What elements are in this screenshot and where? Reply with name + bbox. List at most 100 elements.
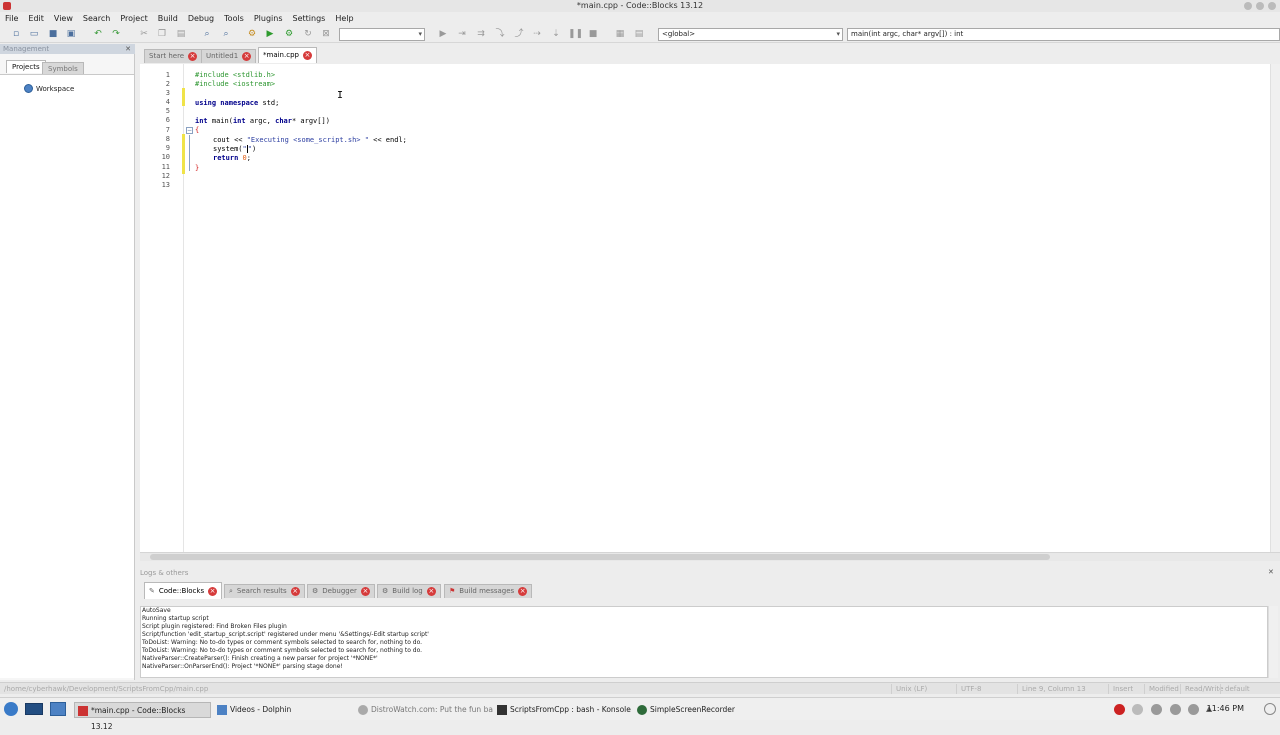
close-icon[interactable]: × [242, 52, 252, 61]
editor-tabbar: Start here × Untitled1 × *main.cpp × [140, 47, 1280, 63]
tab-codeblocks-log[interactable]: ✎ Code::Blocks × [144, 582, 223, 599]
tab-main-cpp[interactable]: *main.cpp × [258, 47, 317, 63]
info-icon[interactable]: ▤ [633, 28, 645, 40]
close-icon[interactable]: × [302, 51, 312, 60]
function-select[interactable]: main(int argc, char* argv[]) : int [847, 28, 1280, 41]
close-icon[interactable]: × [208, 586, 218, 596]
close-icon[interactable]: × [290, 587, 300, 596]
show-desktop-icon[interactable] [25, 703, 43, 715]
build-run-icon[interactable]: ⚙ [283, 28, 295, 40]
code-token: #include <iostream> [195, 80, 276, 88]
paste-icon[interactable]: ▤ [175, 28, 187, 40]
close-icon[interactable]: ✕ [1268, 568, 1274, 576]
log-scrollbar[interactable] [1268, 606, 1278, 678]
updates-icon[interactable] [1132, 704, 1143, 715]
save-all-icon[interactable]: ▣ [65, 28, 77, 40]
close-icon[interactable]: × [360, 587, 370, 596]
logs-panel-header: Logs & others [138, 568, 1280, 578]
save-icon[interactable]: ■ [47, 28, 59, 40]
tab-start-here[interactable]: Start here × [144, 49, 203, 63]
menu-project[interactable]: Project [115, 12, 152, 26]
task-recorder[interactable]: SimpleScreenRecorder [634, 702, 735, 718]
close-icon[interactable]: × [188, 52, 198, 61]
menu-view[interactable]: View [49, 12, 78, 26]
close-icon[interactable] [1268, 2, 1276, 10]
tab-search-results[interactable]: ⌕ Search results × [224, 584, 305, 598]
menu-settings[interactable]: Settings [288, 12, 331, 26]
line-number: 8 [165, 135, 170, 143]
run-to-cursor-icon[interactable]: ⇥ [456, 28, 468, 40]
editor-vertical-scrollbar[interactable] [1270, 64, 1280, 552]
cut-icon[interactable]: ✂ [138, 28, 150, 40]
rebuild-icon[interactable]: ↻ [302, 28, 314, 40]
menu-plugins[interactable]: Plugins [249, 12, 288, 26]
tab-label: Build messages [459, 587, 515, 595]
volume-icon[interactable] [1151, 704, 1162, 715]
code-token: argc, [245, 117, 276, 125]
debug-start-icon[interactable]: ▶ [437, 28, 449, 40]
step-into-icon[interactable]: ⤵ [494, 28, 506, 40]
start-menu-icon[interactable] [4, 702, 18, 716]
build-icon[interactable]: ⚙ [246, 28, 258, 40]
task-dolphin[interactable]: Videos - Dolphin [214, 702, 291, 718]
menu-build[interactable]: Build [153, 12, 183, 26]
replace-icon[interactable]: ⌕ [220, 28, 232, 40]
editor-horizontal-scrollbar[interactable] [140, 552, 1280, 561]
clock[interactable]: 11:46 PM [1207, 704, 1244, 713]
next-line-icon[interactable]: ⇉ [475, 28, 487, 40]
record-icon[interactable] [1114, 704, 1125, 715]
close-icon[interactable]: ✕ [125, 45, 131, 53]
find-icon[interactable]: ⌕ [201, 28, 213, 40]
copy-icon[interactable]: ❐ [156, 28, 168, 40]
menu-search[interactable]: Search [78, 12, 115, 26]
stop-icon[interactable]: ■ [587, 28, 599, 40]
task-browser[interactable]: DistroWatch.com: Put the fun ba [355, 702, 493, 718]
scope-select[interactable]: <global> ▾ [658, 28, 843, 41]
menu-file[interactable]: File [0, 12, 23, 26]
next-instruction-icon[interactable]: ⇢ [531, 28, 543, 40]
pause-icon[interactable]: ❚❚ [568, 28, 583, 40]
abort-icon[interactable]: ⊠ [320, 28, 332, 40]
tab-build-messages[interactable]: ⚑ Build messages × [444, 584, 533, 598]
step-out-icon[interactable]: ⤴ [513, 28, 525, 40]
file-manager-icon[interactable] [50, 702, 66, 716]
fold-toggle-icon[interactable]: − [186, 127, 193, 134]
menu-help[interactable]: Help [330, 12, 358, 26]
code-line-10: return 0; [213, 154, 251, 162]
new-file-icon[interactable]: ▫ [10, 28, 22, 40]
tab-untitled1[interactable]: Untitled1 × [201, 49, 257, 63]
close-icon[interactable]: × [426, 587, 436, 596]
debug-windows-icon[interactable]: ▦ [614, 28, 626, 40]
menu-tools[interactable]: Tools [219, 12, 249, 26]
line-number: 13 [161, 181, 170, 189]
clipboard-icon[interactable] [1188, 704, 1199, 715]
maximize-icon[interactable] [1256, 2, 1264, 10]
log-line: ToDoList: Warning: No to-do types or com… [142, 647, 423, 654]
tab-label: Start here [149, 52, 185, 60]
tab-build-log[interactable]: ⚙ Build log × [377, 584, 441, 598]
close-icon[interactable]: × [518, 587, 528, 596]
tab-projects[interactable]: Projects [6, 60, 46, 73]
folder-icon [217, 705, 227, 715]
debugger-icon: ⚙ [312, 587, 319, 595]
scroll-thumb[interactable] [150, 554, 1050, 560]
build-target-select[interactable]: ▾ [339, 28, 425, 41]
network-icon[interactable] [1170, 704, 1181, 715]
window-titlebar: *main.cpp - Code::Blocks 13.12 [0, 0, 1280, 12]
status-eol: Unix (LF) [891, 684, 927, 694]
step-instruction-icon[interactable]: ⇣ [550, 28, 562, 40]
code-token: "Executing <some_script.sh> " [246, 136, 369, 144]
logout-icon[interactable] [1264, 703, 1276, 715]
tree-item-workspace[interactable]: Workspace [24, 84, 74, 93]
open-file-icon[interactable]: ▭ [28, 28, 40, 40]
run-icon[interactable]: ▶ [264, 28, 276, 40]
menu-edit[interactable]: Edit [23, 12, 49, 26]
tab-debugger[interactable]: ⚙ Debugger × [307, 584, 375, 598]
undo-icon[interactable]: ↶ [92, 28, 104, 40]
redo-icon[interactable]: ↷ [110, 28, 122, 40]
menu-debug[interactable]: Debug [183, 12, 219, 26]
minimize-icon[interactable] [1244, 2, 1252, 10]
task-konsole[interactable]: ScriptsFromCpp : bash - Konsole [494, 702, 631, 718]
log-output[interactable]: AutoSave Running startup script Script p… [140, 606, 1268, 678]
task-codeblocks[interactable]: *main.cpp - Code::Blocks 13.12 [74, 702, 211, 731]
